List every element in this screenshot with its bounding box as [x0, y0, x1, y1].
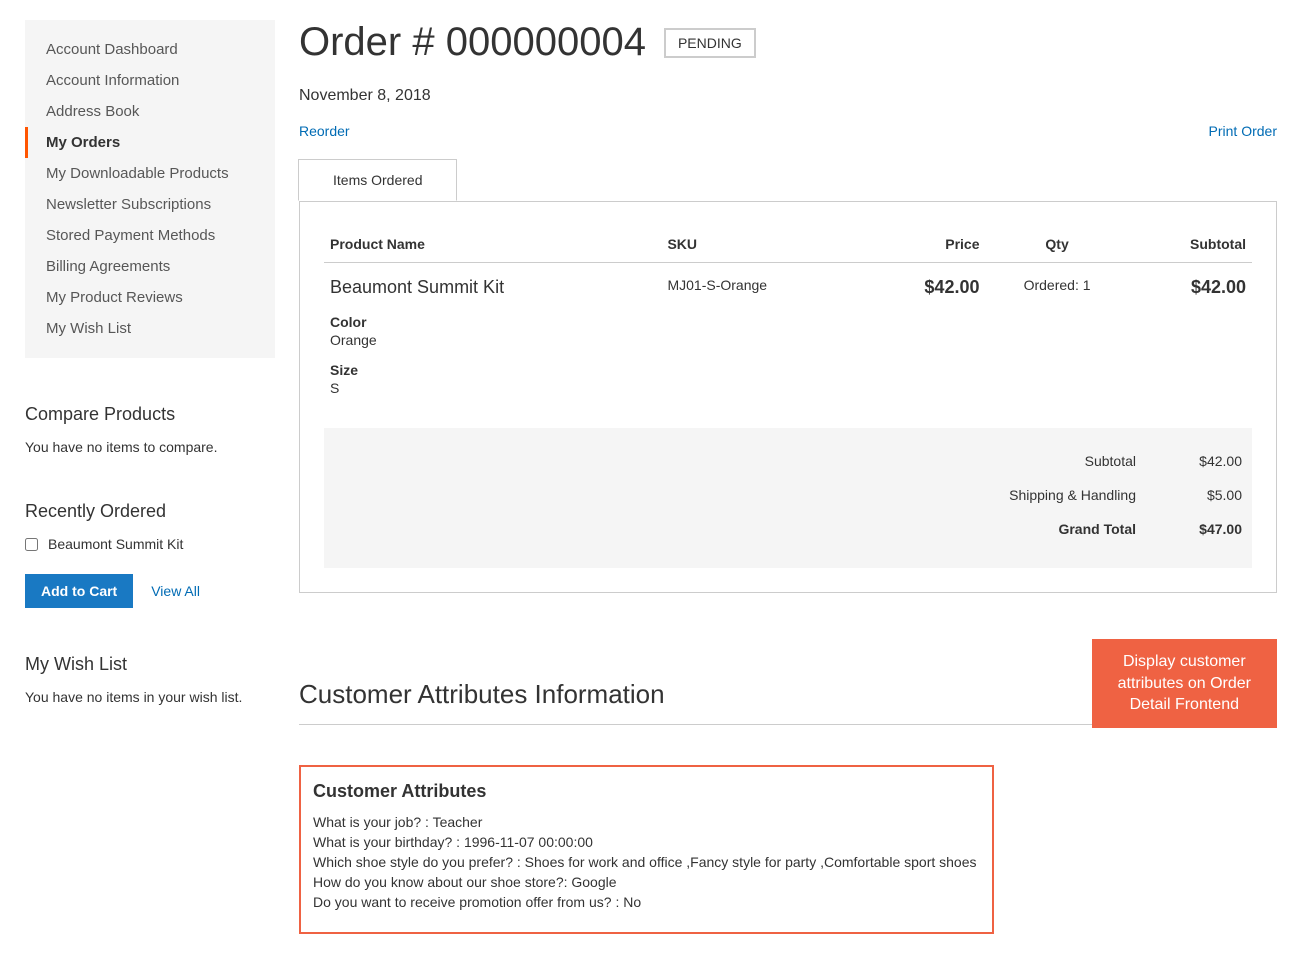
wishlist-block: My Wish List You have no items in your w… — [25, 654, 275, 705]
qty-label: Ordered: — [1024, 277, 1079, 293]
product-name: Beaumont Summit Kit — [330, 277, 655, 298]
total-subtotal-value: $42.00 — [1172, 453, 1242, 469]
callout-line-1: Display customer — [1118, 651, 1251, 673]
attr-line: Which shoe style do you prefer? : Shoes … — [313, 854, 980, 870]
nav-newsletter-subscriptions[interactable]: Newsletter Subscriptions — [25, 189, 275, 220]
opt-size-label: Size — [330, 362, 655, 378]
compare-title: Compare Products — [25, 404, 275, 425]
recent-item-label: Beaumont Summit Kit — [48, 536, 183, 552]
price-value: $42.00 — [924, 277, 979, 297]
recent-item-checkbox[interactable] — [25, 538, 38, 551]
add-to-cart-button[interactable]: Add to Cart — [25, 574, 133, 608]
nav-my-orders[interactable]: My Orders — [25, 127, 275, 158]
customer-attributes-box-title: Customer Attributes — [313, 781, 980, 802]
subtotal-value: $42.00 — [1191, 277, 1246, 297]
compare-products-block: Compare Products You have no items to co… — [25, 404, 275, 455]
order-date: November 8, 2018 — [299, 87, 1277, 105]
nav-address-book[interactable]: Address Book — [25, 96, 275, 127]
customer-attributes-box: Customer Attributes What is your job? : … — [299, 765, 994, 934]
sidebar: Account Dashboard Account Information Ad… — [25, 20, 275, 934]
table-row: Beaumont Summit Kit Color Orange Size S … — [324, 263, 1252, 411]
order-title: Order # 000000004 — [299, 20, 646, 65]
attr-line: What is your job? : Teacher — [313, 814, 980, 830]
wishlist-empty: You have no items in your wish list. — [25, 689, 275, 705]
nav-account-dashboard[interactable]: Account Dashboard — [25, 34, 275, 65]
attr-line: Do you want to receive promotion offer f… — [313, 894, 980, 910]
nav-stored-payment-methods[interactable]: Stored Payment Methods — [25, 220, 275, 251]
reorder-link[interactable]: Reorder — [299, 123, 350, 139]
customer-attributes-heading: Customer Attributes Information — [299, 679, 1092, 718]
col-subtotal: Subtotal — [1129, 226, 1252, 263]
total-grand-label: Grand Total — [1058, 521, 1136, 537]
callout-line-3: Detail Frontend — [1118, 694, 1251, 716]
nav-downloadable-products[interactable]: My Downloadable Products — [25, 158, 275, 189]
callout-line-2: attributes on Order — [1118, 673, 1251, 695]
status-badge: Pending — [664, 28, 756, 58]
recent-title: Recently Ordered — [25, 501, 275, 522]
view-all-link[interactable]: View All — [151, 583, 200, 599]
col-sku: SKU — [661, 226, 863, 263]
tab-items-ordered[interactable]: Items Ordered — [298, 159, 457, 201]
annotation-callout: Display customer attributes on Order Det… — [1092, 639, 1277, 728]
opt-size-value: S — [330, 380, 655, 396]
nav-product-reviews[interactable]: My Product Reviews — [25, 282, 275, 313]
attr-line: What is your birthday? : 1996-11-07 00:0… — [313, 834, 980, 850]
recently-ordered-block: Recently Ordered Beaumont Summit Kit Add… — [25, 501, 275, 608]
order-panel: Product Name SKU Price Qty Subtotal Beau… — [299, 201, 1277, 593]
totals-block: Subtotal $42.00 Shipping & Handling $5.0… — [324, 428, 1252, 568]
total-grand-value: $47.00 — [1172, 521, 1242, 537]
qty-value: 1 — [1083, 277, 1091, 293]
col-price: Price — [864, 226, 986, 263]
sku-value: MJ01-S-Orange — [661, 263, 863, 411]
nav-account-information[interactable]: Account Information — [25, 65, 275, 96]
nav-billing-agreements[interactable]: Billing Agreements — [25, 251, 275, 282]
col-qty: Qty — [985, 226, 1128, 263]
items-table: Product Name SKU Price Qty Subtotal Beau… — [324, 226, 1252, 410]
account-nav: Account Dashboard Account Information Ad… — [25, 20, 275, 358]
attr-line: How do you know about our shoe store?: G… — [313, 874, 980, 890]
col-product-name: Product Name — [324, 226, 661, 263]
main-content: Order # 000000004 Pending November 8, 20… — [299, 20, 1277, 934]
opt-color-label: Color — [330, 314, 655, 330]
total-shipping-value: $5.00 — [1172, 487, 1242, 503]
recent-item: Beaumont Summit Kit — [25, 536, 275, 552]
wishlist-title: My Wish List — [25, 654, 275, 675]
nav-wish-list[interactable]: My Wish List — [25, 313, 275, 344]
opt-color-value: Orange — [330, 332, 655, 348]
print-order-link[interactable]: Print Order — [1209, 123, 1277, 139]
total-shipping-label: Shipping & Handling — [1009, 487, 1136, 503]
compare-empty: You have no items to compare. — [25, 439, 275, 455]
total-subtotal-label: Subtotal — [1085, 453, 1136, 469]
